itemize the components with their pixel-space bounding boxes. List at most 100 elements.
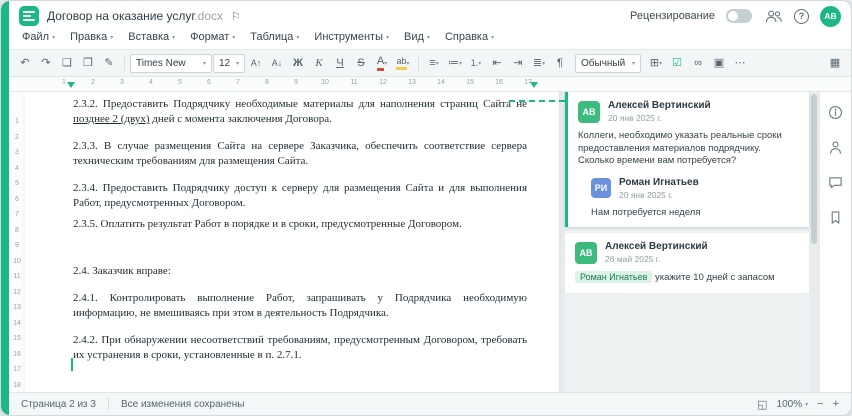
copy-button[interactable]: ❏ xyxy=(57,53,77,73)
review-mode-label: Рецензирование xyxy=(630,10,715,22)
menu-tools[interactable]: Инструменты ▾ xyxy=(314,31,389,43)
toggle-knob xyxy=(728,11,738,21)
more-button[interactable]: ⋯ xyxy=(730,53,750,73)
document-extension: .docx xyxy=(194,9,223,23)
save-status: Все изменения сохранены xyxy=(120,398,245,410)
comment-thread[interactable]: АВ Алексей Вертинский 26 май 2025 г. Ром… xyxy=(565,233,809,293)
comment-reply[interactable]: РИ Роман Игнатьев 20 янв 2025 г. Нам пот… xyxy=(578,177,799,220)
align-button[interactable]: ≡ ▾ xyxy=(424,53,444,73)
comment-thread[interactable]: АВ Алексей Вертинский 20 янв 2025 г. Кол… xyxy=(565,92,809,227)
document-page[interactable]: 2.3.2. Предоставить Подрядчику необходим… xyxy=(25,92,559,392)
table-button[interactable]: ⊞ ▾ xyxy=(646,53,666,73)
mention-chip[interactable]: Роман Игнатьев xyxy=(575,271,653,283)
menu-help[interactable]: Справка ▾ xyxy=(445,31,494,43)
fit-page-button[interactable]: ◱ xyxy=(757,398,767,411)
comment-date: 20 янв 2025 г. xyxy=(619,189,673,200)
chevron-down-icon: ▾ xyxy=(406,60,410,67)
toolbar-font-group: А↑ А↓ Ж К Ч S А ▾ ab ▾ xyxy=(246,53,413,73)
toolbar-paragraph-group: ≡ ▾ ≔ ▾ 1. ▾ ⇤ ⇥ ≣ ▾ ¶ xyxy=(424,53,570,73)
comment-text: Нам потребуется неделя xyxy=(591,206,701,218)
menu-table[interactable]: Таблица ▾ xyxy=(250,31,299,43)
redo-button[interactable]: ↷ xyxy=(36,53,56,73)
indent-marker-left[interactable] xyxy=(67,82,75,88)
chevron-down-icon: ▾ xyxy=(491,34,495,41)
menu-format[interactable]: Формат ▾ xyxy=(190,31,235,43)
comment-author: Алексей Вертинский xyxy=(608,100,711,111)
link-button[interactable]: ∞ xyxy=(688,53,708,73)
menu-insert[interactable]: Вставка ▾ xyxy=(128,31,175,43)
underline-button[interactable]: Ч xyxy=(330,53,350,73)
comment-text: Коллеги, необходимо указать реальные сро… xyxy=(578,130,782,166)
document-title: Договор на оказание услуг.docx xyxy=(47,9,223,23)
vertical-ruler: 1 2 3 4 5 6 7 8 9 10 11 12 13 14 15 16 17 18 xyxy=(9,92,26,392)
app-content: Договор на оказание услуг.docx ⚐ Рецензи… xyxy=(9,1,851,415)
doc-paragraph: 2.3.4. Предоставить Подрядчику доступ к … xyxy=(73,182,527,209)
vertical-scrollbar[interactable] xyxy=(809,92,819,392)
comment-text: Роман Игнатьев укажите 10 дней с запасом xyxy=(575,271,799,285)
decrease-indent-button[interactable]: ⇤ xyxy=(487,53,507,73)
comment-anchor-line xyxy=(509,100,565,102)
decrease-font-button[interactable]: А↓ xyxy=(267,53,287,73)
zoom-value: 100% xyxy=(776,398,803,410)
menu-edit[interactable]: Правка ▾ xyxy=(70,31,113,43)
toolbar-insert-group: ⊞ ▾ ☑ ∞ ▣ ⋯ xyxy=(646,53,750,73)
checkbox-button[interactable]: ☑ xyxy=(667,53,687,73)
comment-header: АВ Алексей Вертинский 20 янв 2025 г. xyxy=(578,100,799,123)
indent-marker-right[interactable] xyxy=(530,82,538,88)
italic-button[interactable]: К xyxy=(309,53,329,73)
app-window: Договор на оказание услуг.docx ⚐ Рецензи… xyxy=(0,0,852,416)
menu-view[interactable]: Вид ▾ xyxy=(404,31,430,43)
paste-button[interactable]: ❐ xyxy=(78,53,98,73)
info-icon[interactable] xyxy=(826,102,846,122)
favorite-flag-icon[interactable]: ⚐ xyxy=(231,10,241,23)
highlight-button[interactable]: ab ▾ xyxy=(393,53,413,73)
numbered-list-button[interactable]: 1. ▾ xyxy=(466,53,486,73)
font-family-select[interactable]: Times New ▾ xyxy=(130,53,212,73)
zoom-out-button[interactable]: − xyxy=(817,398,823,410)
chevron-down-icon: ▾ xyxy=(296,34,300,41)
avatar: РИ xyxy=(591,178,611,198)
increase-indent-button[interactable]: ⇥ xyxy=(508,53,528,73)
help-icon[interactable]: ? xyxy=(794,8,809,24)
paragraph-style-select[interactable]: Обычный ▾ xyxy=(575,53,641,73)
toolbar-tail-group: ▦ xyxy=(825,53,845,73)
chevron-down-icon: ▾ xyxy=(110,34,114,41)
zoom-in-button[interactable]: + xyxy=(833,398,839,410)
scrollbar-thumb[interactable] xyxy=(811,94,817,244)
format-painter-button[interactable]: ✎ xyxy=(99,53,119,73)
bold-button[interactable]: Ж xyxy=(288,53,308,73)
chevron-down-icon: ▾ xyxy=(172,34,176,41)
view-settings-button[interactable]: ▦ xyxy=(825,53,845,73)
nonprinting-chars-button[interactable]: ¶ xyxy=(550,53,570,73)
comments-panel: АВ Алексей Вертинский 20 янв 2025 г. Кол… xyxy=(565,92,809,392)
accessibility-icon[interactable] xyxy=(826,137,846,157)
menu-file[interactable]: Файл ▾ xyxy=(22,31,55,43)
font-color-button[interactable]: А ▾ xyxy=(372,53,392,73)
doc-paragraph: 2.3.5. Оплатить результат Работ в порядк… xyxy=(73,218,462,230)
line-spacing-button[interactable]: ≣ ▾ xyxy=(529,53,549,73)
comment-date: 20 янв 2025 г. xyxy=(608,113,662,123)
chevron-down-icon: ▾ xyxy=(659,60,663,67)
horizontal-ruler: 1 2 3 4 5 6 7 8 9 10 11 12 13 14 15 16 17 xyxy=(9,77,851,92)
document-title-text: Договор на оказание услуг xyxy=(47,9,195,23)
user-avatar[interactable]: АВ xyxy=(820,5,841,27)
collaboration-users-icon[interactable] xyxy=(763,6,783,26)
page-indicator[interactable]: Страница 2 из 3 xyxy=(21,399,96,410)
image-button[interactable]: ▣ xyxy=(709,53,729,73)
statusbar: Страница 2 из 3 Все изменения сохранены … xyxy=(9,392,851,415)
increase-font-button[interactable]: А↑ xyxy=(246,53,266,73)
font-size-select[interactable]: 12 ▾ xyxy=(213,53,245,73)
zoom-select[interactable]: 100% ▾ xyxy=(777,399,809,410)
bookmark-icon[interactable] xyxy=(826,207,846,227)
app-logo-icon[interactable] xyxy=(19,6,39,26)
strikethrough-button[interactable]: S xyxy=(351,53,371,73)
chevron-down-icon: ▾ xyxy=(386,34,390,41)
undo-button[interactable]: ↶ xyxy=(15,53,35,73)
chevron-down-icon: ▾ xyxy=(478,60,482,67)
review-toggle[interactable] xyxy=(726,9,752,23)
chevron-down-icon: ▾ xyxy=(202,60,206,67)
comments-icon[interactable] xyxy=(826,172,846,192)
titlebar: Договор на оказание услуг.docx ⚐ Рецензи… xyxy=(9,1,851,28)
bullet-list-button[interactable]: ≔ ▾ xyxy=(445,53,465,73)
chevron-down-icon: ▾ xyxy=(631,60,635,67)
